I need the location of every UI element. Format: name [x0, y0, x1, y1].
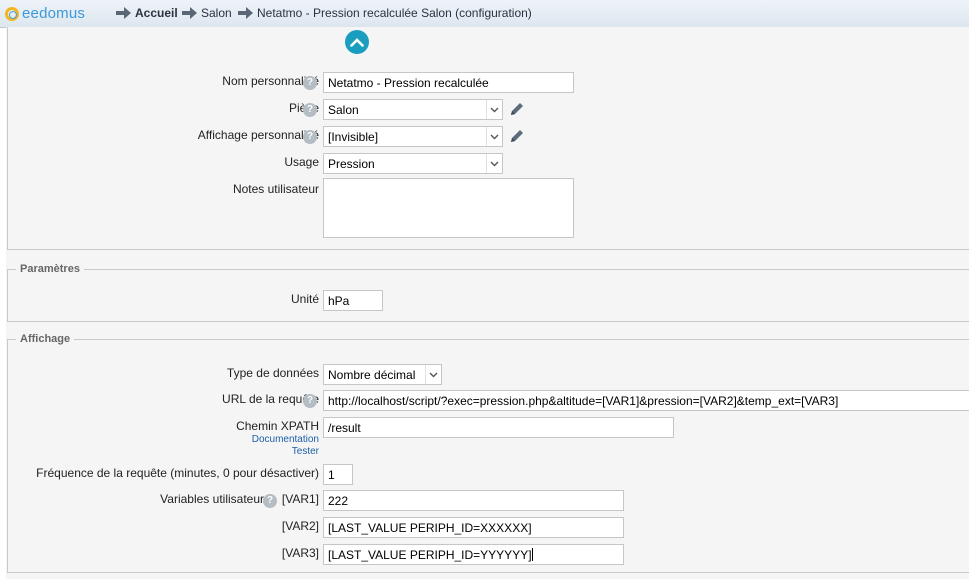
affichage-section: Affichage Type de données Nombre décimal…: [7, 333, 969, 573]
top-bar: eedomus Accueil Salon Netatmo - Pression…: [0, 0, 969, 28]
tester-link[interactable]: Tester: [292, 446, 319, 457]
notes-textarea[interactable]: [323, 178, 574, 238]
usage-value: Pression: [328, 157, 375, 171]
piece-select[interactable]: Salon: [323, 99, 503, 120]
url-input[interactable]: http://localhost/script/?exec=pression.p…: [323, 390, 969, 411]
var3-input[interactable]: [LAST_VALUE PERIPH_ID=YYYYYY]: [323, 544, 624, 565]
breadcrumb-label: Netatmo - Pression recalculée Salon (con…: [257, 6, 532, 20]
affichage-perso-select[interactable]: [Invisible]: [323, 126, 503, 147]
breadcrumb-salon[interactable]: Salon: [182, 6, 232, 20]
var3-value: [LAST_VALUE PERIPH_ID=YYYYYY]: [328, 548, 532, 562]
var1-input[interactable]: 222: [323, 490, 624, 511]
arrow-right-icon: [238, 7, 253, 19]
piece-value: Salon: [328, 103, 359, 117]
help-icon[interactable]: ?: [303, 130, 317, 144]
documentation-link[interactable]: Documentation: [252, 434, 319, 445]
eedomus-logo[interactable]: eedomus: [5, 4, 85, 23]
var2-label: [VAR2]: [281, 519, 319, 533]
general-section: Nom personnalisé ? Netatmo - Pression re…: [7, 27, 969, 250]
unite-input[interactable]: hPa: [323, 290, 383, 311]
arrow-right-icon: [182, 7, 197, 19]
xpath-input[interactable]: /result: [323, 417, 674, 438]
nom-input[interactable]: Netatmo - Pression recalculée: [323, 72, 574, 93]
breadcrumb-label: Accueil: [135, 6, 178, 20]
usage-label: Usage: [284, 155, 319, 169]
chevron-up-icon: [350, 38, 364, 47]
variables-label: Variables utilisateur: [160, 492, 264, 506]
edit-pencil-icon[interactable]: [509, 128, 525, 144]
parametres-section: Paramètres Unité hPa: [7, 263, 969, 322]
type-donnees-label: Type de données: [226, 366, 319, 380]
type-donnees-value: Nombre décimal: [328, 368, 416, 382]
var2-input[interactable]: [LAST_VALUE PERIPH_ID=XXXXXX]: [323, 517, 624, 538]
var1-label: [VAR1]: [281, 492, 319, 506]
config-content: Nom personnalisé ? Netatmo - Pression re…: [6, 27, 969, 579]
affichage-perso-label: Affichage personnalisé: [197, 128, 319, 142]
affichage-perso-value: [Invisible]: [328, 130, 379, 144]
notes-label: Notes utilisateur: [232, 182, 319, 196]
chevron-down-icon: [486, 100, 502, 119]
help-icon[interactable]: ?: [263, 494, 277, 508]
chevron-down-icon: [486, 127, 502, 146]
var3-label: [VAR3]: [281, 546, 319, 560]
breadcrumb-home[interactable]: Accueil: [116, 6, 178, 20]
frequence-label: Fréquence de la requête (minutes, 0 pour…: [36, 466, 319, 480]
breadcrumb-label: Salon: [201, 6, 232, 20]
chevron-down-icon: [486, 154, 502, 173]
usage-select[interactable]: Pression: [323, 153, 503, 174]
logo-ring-icon: [5, 6, 19, 21]
parametres-legend: Paramètres: [20, 263, 80, 275]
affichage-legend: Affichage: [20, 333, 71, 345]
help-icon[interactable]: ?: [303, 76, 317, 90]
type-donnees-select[interactable]: Nombre décimal: [323, 364, 442, 385]
help-icon[interactable]: ?: [303, 103, 317, 117]
logo-text: eedomus: [22, 5, 86, 22]
arrow-right-icon: [116, 7, 131, 19]
edit-pencil-icon[interactable]: [509, 101, 525, 117]
text-caret: [531, 548, 533, 561]
unite-label: Unité: [290, 292, 319, 306]
chevron-down-icon: [425, 365, 441, 384]
frequence-input[interactable]: 1: [323, 464, 353, 485]
breadcrumb-current: Netatmo - Pression recalculée Salon (con…: [238, 6, 532, 20]
xpath-label: Chemin XPATH: [236, 419, 319, 433]
collapse-up-button[interactable]: [345, 30, 369, 54]
help-icon[interactable]: ?: [303, 394, 317, 408]
